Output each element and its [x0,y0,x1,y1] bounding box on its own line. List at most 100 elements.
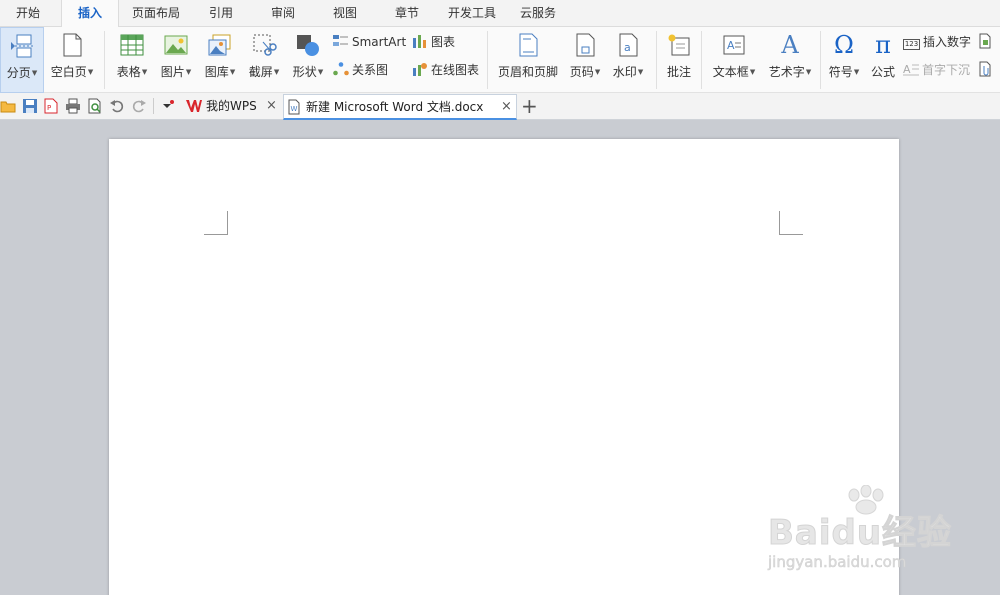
baidu-jingyan-watermark: Baidu经验 jingyan.baidu.com [760,485,960,585]
toolbar-separator [153,98,154,114]
online-chart-icon [413,63,427,76]
attachment-icon[interactable] [978,61,992,77]
dropdown-arrow-icon[interactable]: ▼ [638,68,643,76]
dropdown-arrow-icon[interactable]: ▼ [32,69,37,77]
table-button[interactable]: 表格▼ [110,27,154,93]
open-folder-icon[interactable] [0,98,16,114]
undo-icon[interactable] [109,98,125,114]
shapes-button[interactable]: 形状▼ [286,27,330,93]
tab-my-wps[interactable]: 我的WPS × [182,94,282,120]
online-chart-button[interactable]: 在线图表 [412,60,479,80]
document-object-icon[interactable] [978,33,992,49]
tab-cloud[interactable]: 云服务 [512,0,564,27]
blank-page-label: 空白页 [50,65,87,79]
tab-page-layout[interactable]: 页面布局 [124,0,188,27]
gallery-label: 图库 [204,65,229,79]
scissors-icon [253,34,277,56]
formula-label: 公式 [870,65,895,79]
dropdown-arrow-icon[interactable]: ▼ [230,68,235,76]
textbox-button[interactable]: A 文本框▼ [706,27,762,93]
blank-page-button[interactable]: 空白页▼ [46,27,98,93]
ribbon-separator [820,31,821,89]
relation-icon [333,62,349,76]
redo-icon[interactable] [131,98,147,114]
tab-review[interactable]: 审阅 [258,0,308,27]
comment-label: 批注 [666,65,691,79]
comment-button[interactable]: 批注 [660,27,698,93]
wordart-button[interactable]: A 艺术字▼ [764,27,816,93]
menu-bar: 开始 插入 页面布局 引用 审阅 视图 章节 开发工具 云服务 [0,0,1000,28]
picture-icon [164,35,188,55]
tab-start[interactable]: 开始 [0,0,56,27]
picture-label: 图片 [160,65,185,79]
smartart-button[interactable]: SmartArt [333,32,406,52]
svg-text:A: A [903,63,911,76]
number-badge-icon: 123 [903,39,920,50]
watermark-logo-text: Baidu经验 [767,513,953,554]
tab-document[interactable]: W 新建 Microsoft Word 文档.docx × [283,94,517,120]
table-label: 表格 [116,65,141,79]
chart-label: 图表 [431,35,456,49]
drop-cap-button[interactable]: A 首字下沉 [903,60,970,80]
formula-button[interactable]: π 公式 [866,27,900,93]
smartart-icon [333,35,348,46]
tab-document-label: 新建 Microsoft Word 文档.docx [306,100,484,114]
screenshot-label: 截屏 [248,65,273,79]
insert-number-button[interactable]: 123 插入数字 [903,32,971,52]
gallery-button[interactable]: 图库▼ [198,27,242,93]
symbol-button[interactable]: Ω 符号▼ [824,27,864,93]
tab-view[interactable]: 视图 [320,0,370,27]
dropdown-arrow-icon[interactable]: ▼ [806,68,811,76]
close-tab-icon[interactable]: × [501,95,512,119]
dropdown-arrow-icon[interactable]: ▼ [186,68,191,76]
dropdown-arrow-icon[interactable]: ▼ [854,68,859,76]
header-footer-icon [519,33,538,57]
watermark-label: 水印 [612,65,637,79]
export-pdf-icon[interactable]: P [43,98,59,114]
tab-developer[interactable]: 开发工具 [440,0,504,27]
ribbon-separator [701,31,702,89]
page-number-button[interactable]: 页码▼ [564,27,606,93]
dropdown-arrow-icon[interactable]: ▼ [750,68,755,76]
new-tab-button[interactable]: + [521,94,538,118]
dropdown-arrow-icon[interactable]: ▼ [274,68,279,76]
page-break-icon [11,34,33,58]
tab-chapter[interactable]: 章节 [382,0,432,27]
print-icon[interactable] [65,98,81,114]
shapes-label: 形状 [292,65,317,79]
dropdown-arrow-icon[interactable]: ▼ [318,68,323,76]
close-tab-icon[interactable]: × [266,94,277,118]
chart-button[interactable]: 图表 [412,32,455,52]
watermark-icon: a [619,33,638,57]
document-tab-bar: P 我的WPS × W 新建 Microsoft Word 文档.docx × … [0,93,1000,120]
ribbon-insert: 分页▼ 空白页▼ 表格▼ 图片▼ 图库▼ 截屏▼ 形状▼ SmartArt 关系… [0,27,1000,93]
screenshot-button[interactable]: 截屏▼ [242,27,286,93]
blank-page-icon [63,33,82,57]
customize-toolbar-icon[interactable] [160,98,176,114]
relation-diagram-button[interactable]: 关系图 [333,60,388,80]
online-chart-label: 在线图表 [431,63,480,77]
dropdown-arrow-icon[interactable]: ▼ [142,68,147,76]
dropdown-arrow-icon[interactable]: ▼ [88,68,93,76]
tab-my-wps-label: 我的WPS [206,99,257,113]
gallery-icon [208,34,231,56]
pi-icon: π [875,31,891,59]
watermark-button[interactable]: a 水印▼ [606,27,650,93]
print-preview-icon[interactable] [87,98,103,114]
comment-icon [668,34,690,56]
table-icon [120,34,144,56]
shapes-icon [297,35,319,56]
header-footer-button[interactable]: 页眉和页脚 [494,27,562,93]
chart-icon [413,35,426,48]
tab-insert[interactable]: 插入 [61,0,119,28]
relation-label: 关系图 [352,63,389,77]
header-footer-label: 页眉和页脚 [497,65,558,79]
svg-text:W: W [291,105,298,113]
picture-button[interactable]: 图片▼ [154,27,198,93]
page-break-button[interactable]: 分页▼ [0,27,44,93]
ribbon-separator [487,31,488,89]
save-icon[interactable] [22,98,38,114]
dropdown-arrow-icon[interactable]: ▼ [595,68,600,76]
page-number-icon [576,33,595,57]
tab-references[interactable]: 引用 [196,0,246,27]
